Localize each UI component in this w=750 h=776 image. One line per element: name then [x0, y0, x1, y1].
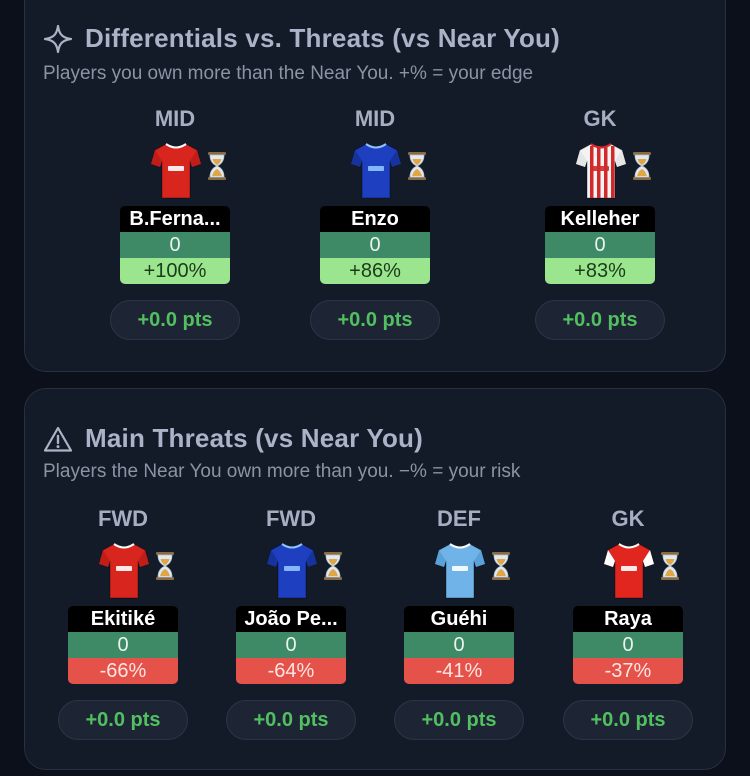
hourglass-icon: [208, 152, 226, 180]
player-position: DEF: [437, 506, 481, 531]
hourglass-icon: [324, 552, 342, 580]
pts-button[interactable]: +0.0 pts: [310, 300, 440, 340]
player-points: 0: [573, 632, 683, 658]
player-position: FWD: [265, 506, 317, 531]
pts-button[interactable]: +0.0 pts: [226, 700, 356, 740]
jersey-icon: [351, 143, 401, 199]
differentials-header: Differentials vs. Threats (vs Near You): [43, 23, 560, 54]
pts-button[interactable]: +0.0 pts: [58, 700, 188, 740]
ownership-risk: -66%: [68, 658, 178, 684]
jersey-icon: [435, 543, 485, 599]
jersey-icon: [267, 543, 317, 599]
player-position: MID: [354, 106, 396, 131]
jersey-icon: [604, 543, 654, 599]
differentials-title: Differentials vs. Threats (vs Near You): [85, 23, 561, 53]
jersey-icon: [99, 543, 149, 599]
threats-header: Main Threats (vs Near You): [43, 423, 423, 454]
hourglass-icon: [661, 552, 679, 580]
threats-subtitle: Players the Near You own more than you. …: [43, 461, 521, 482]
player-points: 0: [320, 232, 430, 258]
pts-button[interactable]: +0.0 pts: [535, 300, 665, 340]
ownership-edge: +83%: [545, 258, 655, 284]
player-points: 0: [68, 632, 178, 658]
threats-card: Main Threats (vs Near You) Players the N…: [24, 388, 726, 770]
player-position: MID: [154, 106, 196, 131]
warning-triangle-icon: [43, 426, 73, 452]
player-points: 0: [404, 632, 514, 658]
player-name: Guéhi: [404, 606, 514, 632]
player-name: Enzo: [320, 206, 430, 232]
differentials-subtitle: Players you own more than the Near You. …: [43, 63, 534, 84]
player-name: João Pe...: [236, 606, 346, 632]
player-position: GK: [583, 106, 617, 131]
player-points: 0: [120, 232, 230, 258]
threats-title: Main Threats (vs Near You): [85, 423, 423, 453]
hourglass-icon: [633, 152, 651, 180]
player-points: 0: [545, 232, 655, 258]
jersey-icon: [151, 143, 201, 199]
ownership-risk: -64%: [236, 658, 346, 684]
hourglass-icon: [408, 152, 426, 180]
sparkle-icon: [43, 24, 73, 53]
player-name: Raya: [573, 606, 683, 632]
ownership-edge: +86%: [320, 258, 430, 284]
player-position: GK: [611, 506, 645, 531]
pts-button[interactable]: +0.0 pts: [394, 700, 524, 740]
pts-button[interactable]: +0.0 pts: [563, 700, 693, 740]
pts-button[interactable]: +0.0 pts: [110, 300, 240, 340]
differentials-card: Differentials vs. Threats (vs Near You) …: [24, 0, 726, 372]
player-name: B.Ferna...: [120, 206, 230, 232]
ownership-risk: -37%: [573, 658, 683, 684]
hourglass-icon: [492, 552, 510, 580]
ownership-risk: -41%: [404, 658, 514, 684]
player-name: Ekitiké: [68, 606, 178, 632]
player-points: 0: [236, 632, 346, 658]
ownership-edge: +100%: [120, 258, 230, 284]
jersey-icon: [576, 143, 626, 199]
player-name: Kelleher: [545, 206, 655, 232]
player-position: FWD: [97, 506, 149, 531]
hourglass-icon: [156, 552, 174, 580]
